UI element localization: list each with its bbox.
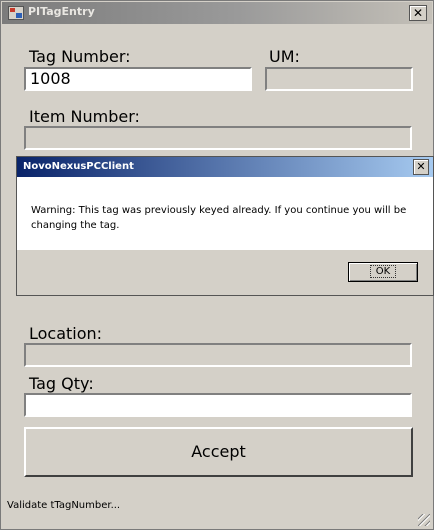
um-label: UM: [269, 47, 300, 66]
tag-qty-input[interactable] [24, 393, 412, 417]
location-field[interactable] [24, 343, 412, 367]
title-bar[interactable]: PITagEntry ✕ [2, 2, 432, 24]
dialog-message: Warning: This tag was previously keyed a… [31, 205, 407, 231]
um-field[interactable] [265, 67, 413, 91]
warning-dialog: NovoNexusPCClient ✕ Warning: This tag wa… [16, 156, 434, 296]
close-button[interactable]: ✕ [409, 5, 427, 21]
tag-qty-label: Tag Qty: [29, 374, 94, 393]
ok-button[interactable]: OK [348, 262, 418, 282]
item-number-label: Item Number: [29, 107, 140, 126]
dialog-close-button[interactable]: ✕ [413, 159, 429, 175]
dialog-title-bar[interactable]: NovoNexusPCClient ✕ [17, 157, 433, 177]
item-number-field[interactable] [24, 126, 412, 150]
resize-grip[interactable] [418, 514, 430, 526]
status-text: Validate tTagNumber... [7, 500, 121, 511]
location-label: Location: [29, 324, 103, 343]
app-icon [8, 6, 24, 20]
tag-number-input[interactable]: 1008 [24, 67, 252, 91]
tag-number-label: Tag Number: [29, 47, 131, 66]
window-title: PITagEntry [28, 5, 95, 18]
ok-button-label: OK [369, 265, 397, 278]
accept-button[interactable]: Accept [24, 427, 413, 477]
dialog-title: NovoNexusPCClient [23, 161, 134, 172]
dialog-footer: OK [17, 250, 433, 295]
